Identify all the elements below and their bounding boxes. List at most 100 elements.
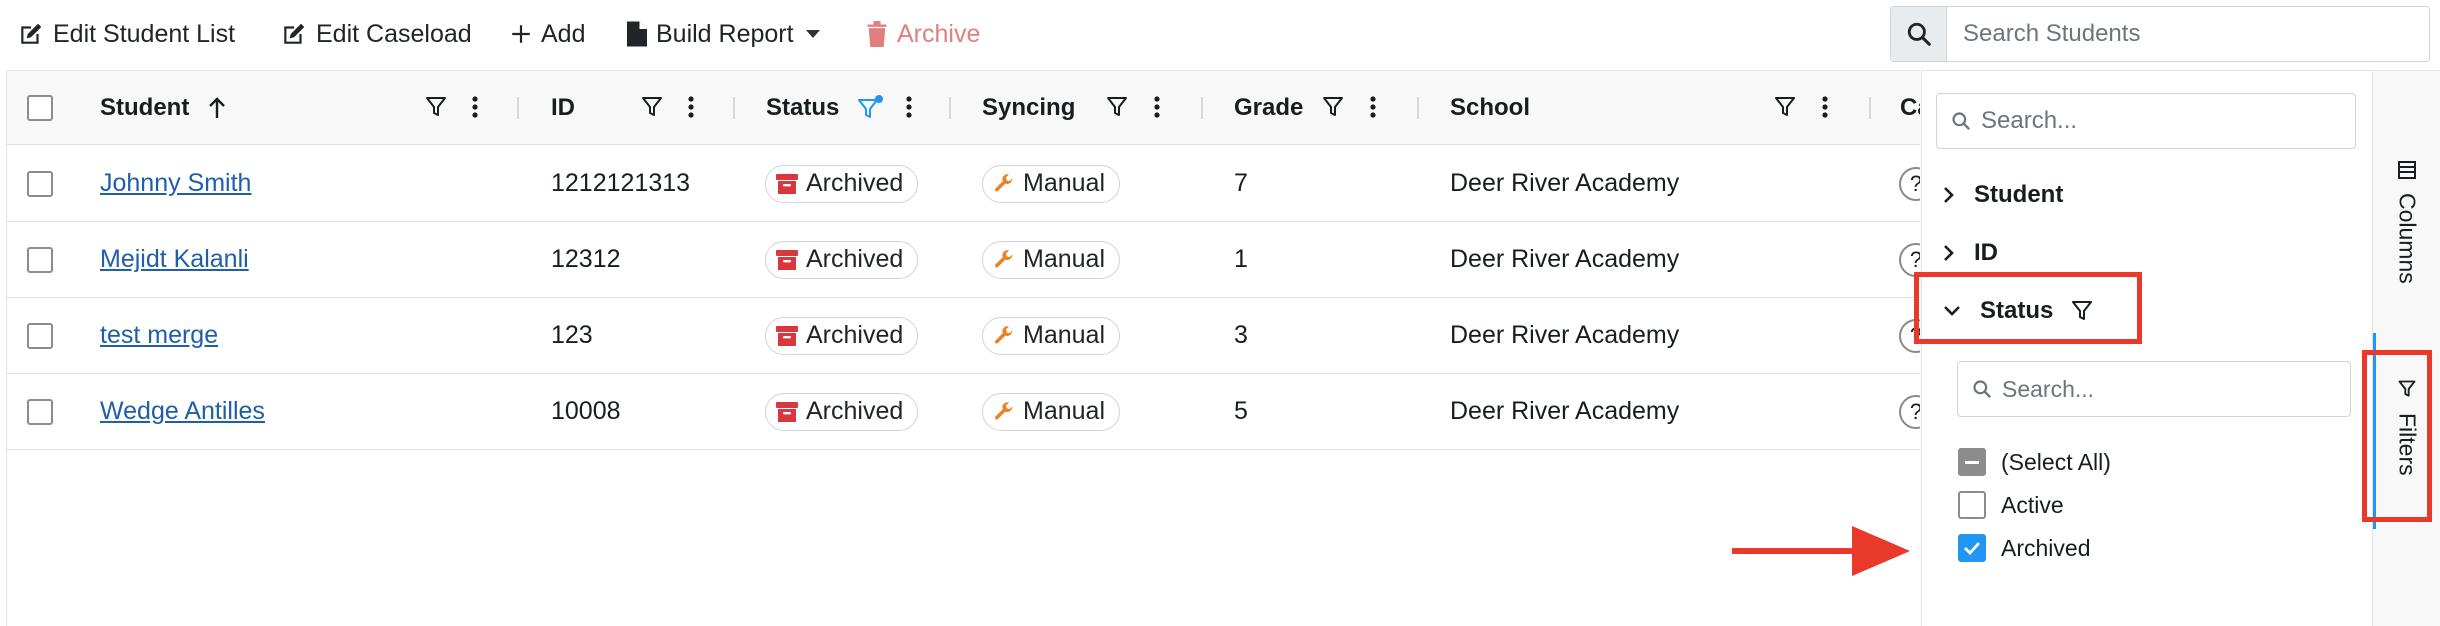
grade-value: 7 [1234,169,1248,197]
filter-panel-search-input[interactable] [1981,107,2341,135]
filter-icon[interactable] [1774,95,1796,119]
filter-icon[interactable] [641,95,663,119]
filter-group-label: Student [1974,181,2064,208]
edit-student-list-button[interactable]: Edit Student List [18,16,235,52]
student-link[interactable]: test merge [100,321,218,350]
menu-dots-icon[interactable] [471,95,479,119]
column-separator[interactable] [1869,97,1871,119]
active-checkbox[interactable] [1958,491,1986,519]
select-all-checkbox[interactable] [1958,448,1986,476]
archive-box-icon [776,249,798,270]
student-link[interactable]: Mejidt Kalanli [100,245,249,274]
column-header-id[interactable]: ID [551,71,575,145]
column-label-id: ID [551,94,575,121]
menu-dots-icon[interactable] [687,95,695,119]
column-header-status[interactable]: Status [766,71,839,145]
filter-icon[interactable] [425,95,447,119]
search-students-input[interactable] [1947,7,2429,61]
syncing-text: Manual [1023,397,1105,425]
filter-icon[interactable] [1322,95,1344,119]
column-separator[interactable] [517,97,519,119]
menu-dots-icon[interactable] [905,95,913,119]
filters-tab-highlight-box [2362,350,2432,522]
chevron-right-icon [1944,245,1954,261]
question-badge: ? [1899,394,1920,429]
status-filter-search-input[interactable] [2002,375,2332,403]
school-value: Deer River Academy [1450,245,1680,273]
student-link[interactable]: Johnny Smith [100,169,251,198]
menu-dots-icon[interactable] [1153,95,1161,119]
search-icon [1973,380,1991,398]
syncing-text: Manual [1023,321,1105,349]
menu-dots-icon[interactable] [1369,95,1377,119]
edit-caseload-button[interactable]: Edit Caseload [281,16,472,52]
status-group-highlight-box [1914,272,2142,344]
filter-icon[interactable] [1106,95,1128,119]
side-tab-bar: Columns Filters [2372,70,2440,626]
file-icon [627,21,647,47]
column-header-student[interactable]: Student [100,71,227,145]
select-all-checkbox[interactable] [27,95,53,121]
sort-up-icon[interactable] [207,96,227,120]
school-value: Deer River Academy [1450,397,1680,425]
table-row[interactable]: Johnny Smith 1212121313 Archived Manual … [7,146,1920,222]
menu-dots-icon[interactable] [1821,95,1829,119]
row-checkbox[interactable] [27,322,53,349]
filter-panel-search [1936,93,2356,149]
build-report-button[interactable]: Build Report [627,16,820,52]
row-checkbox[interactable] [27,398,53,425]
table-row[interactable]: Mejidt Kalanli 12312 Archived Manual 1 D… [7,222,1920,298]
student-id: 123 [551,321,593,349]
table-row[interactable]: Wedge Antilles 10008 Archived Manual 5 D… [7,374,1920,450]
student-link[interactable]: Wedge Antilles [100,397,265,426]
columns-tab[interactable]: Columns [2373,161,2440,284]
filter-option-select-all[interactable]: (Select All) [1958,446,2111,478]
row-checkbox[interactable] [27,246,53,273]
filter-option-active[interactable]: Active [1958,489,2064,521]
column-separator[interactable] [949,97,951,119]
search-icon [1952,112,1970,130]
filter-option-label: (Select All) [2001,448,2111,475]
column-separator[interactable] [733,97,735,119]
status-badge: Archived [765,392,919,431]
status-text: Archived [806,169,904,197]
grade-value: 3 [1234,321,1248,349]
chevron-down-icon [805,30,820,38]
filter-group-label: ID [1974,239,1998,266]
column-header-truncated[interactable]: Ca [1900,71,1920,145]
student-id: 12312 [551,245,621,273]
school-value: Deer River Academy [1450,169,1680,197]
table-row[interactable]: test merge 123 Archived Manual 3 Deer Ri… [7,298,1920,374]
row-checkbox[interactable] [27,170,53,197]
column-header-school[interactable]: School [1450,71,1530,145]
search-button[interactable] [1891,7,1947,61]
add-button[interactable]: Add [510,16,585,52]
column-separator[interactable] [1201,97,1203,119]
chevron-right-icon [1944,187,1954,203]
filter-option-archived[interactable]: Archived [1958,532,2090,564]
checkmark-icon [1964,542,1981,555]
archive-button[interactable]: Archive [866,16,980,52]
trash-icon [867,21,887,47]
grade-value: 1 [1234,245,1248,273]
status-text: Archived [806,397,904,425]
column-label-status: Status [766,94,840,121]
archived-checkbox[interactable] [1958,534,1986,562]
filter-active-icon[interactable] [857,95,885,121]
filter-option-label: Archived [2001,534,2091,561]
column-header-grade[interactable]: Grade [1234,71,1303,145]
school-value: Deer River Academy [1450,321,1680,349]
archive-box-icon [776,401,798,422]
annotation-arrow-icon [1732,526,1910,576]
archive-box-icon [776,173,798,194]
archive-label: Archive [897,19,981,48]
status-badge: Archived [765,164,919,203]
wrench-icon [995,249,1013,267]
column-header-syncing[interactable]: Syncing [982,71,1075,145]
filter-group-student[interactable]: Student [1942,175,2063,215]
filter-group-id[interactable]: ID [1942,233,1998,273]
columns-icon [2398,161,2416,179]
column-label-grade: Grade [1234,94,1304,121]
edit-icon [284,23,305,44]
column-separator[interactable] [1417,97,1419,119]
